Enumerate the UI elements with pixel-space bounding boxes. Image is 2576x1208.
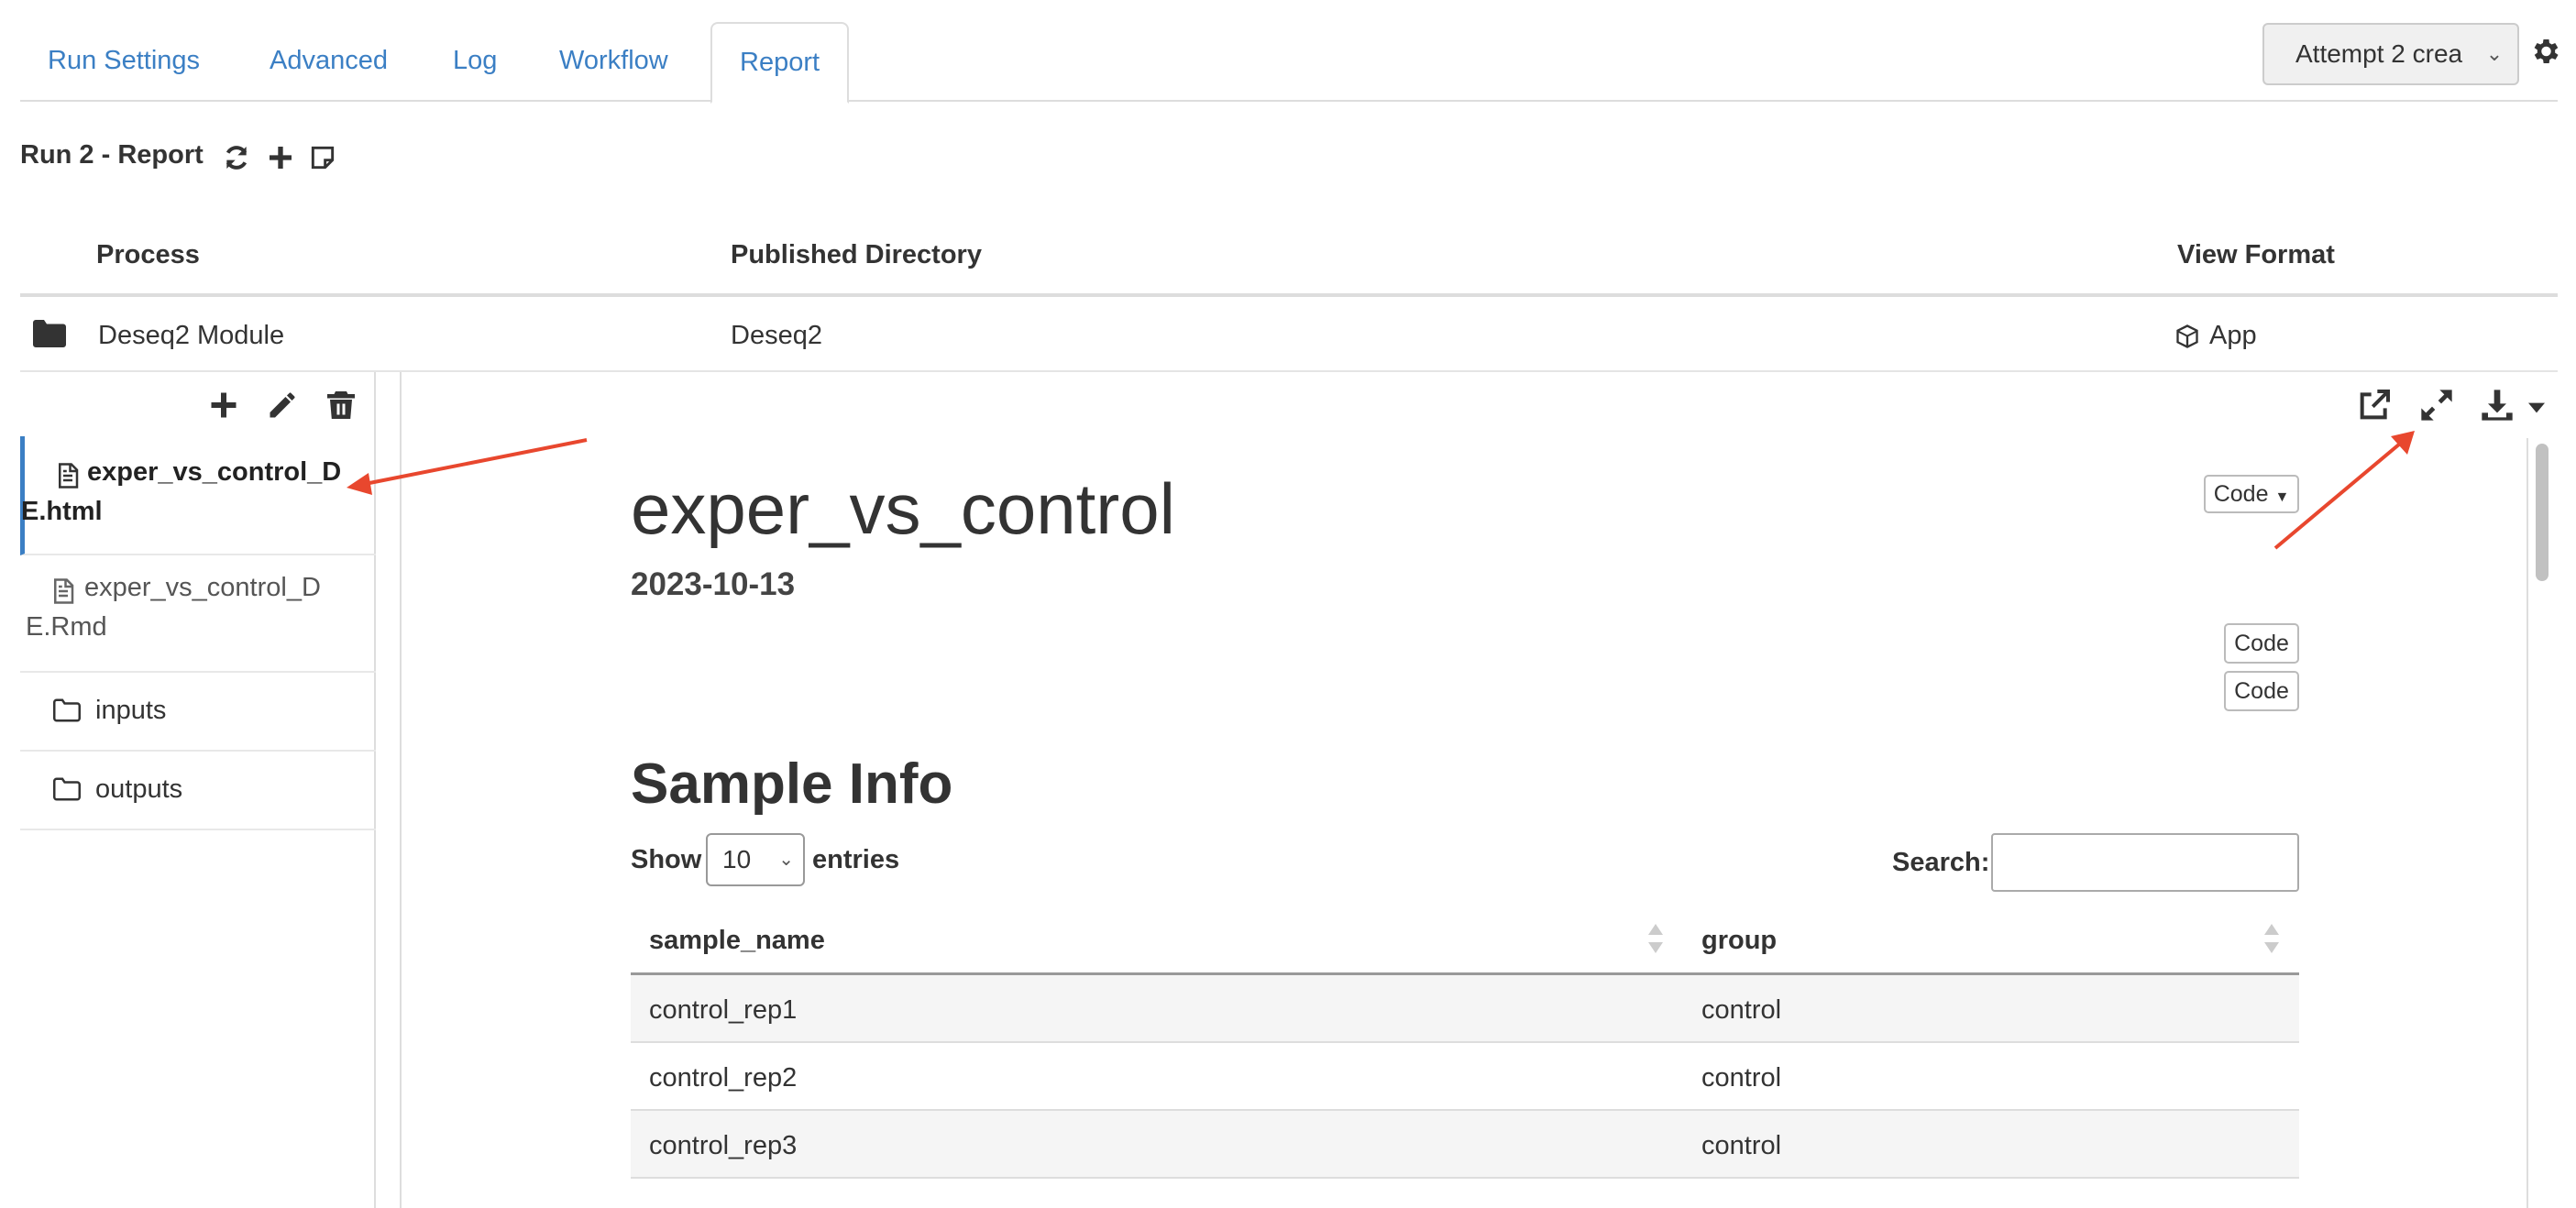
edit-icon[interactable] <box>266 389 299 422</box>
table-row[interactable]: control_rep1 control <box>631 975 2299 1043</box>
sample-name-cell: control_rep2 <box>649 1063 798 1093</box>
code-toggle-button[interactable]: Code <box>2224 671 2299 711</box>
folder-item-outputs[interactable]: outputs <box>20 752 376 830</box>
tab-log[interactable]: Log <box>425 22 524 104</box>
tab-bar: Run Settings Advanced Log Workflow Repor… <box>20 0 2558 104</box>
sort-icon[interactable] <box>1646 920 1665 957</box>
sample-name-cell: control_rep3 <box>649 1131 798 1160</box>
file-name-line: E.html <box>21 497 103 526</box>
folder-outline-icon <box>53 777 81 801</box>
file-panel: exper_vs_control_D E.html exper_vs_contr… <box>20 372 376 1208</box>
plus-icon[interactable] <box>266 143 295 172</box>
scrollbar-thumb[interactable] <box>2536 444 2548 581</box>
tab-report[interactable]: Report <box>710 22 850 104</box>
group-cell: control <box>1701 1131 1782 1160</box>
column-header-view-format[interactable]: View Format <box>2177 240 2335 270</box>
code-toggle-button[interactable]: Code <box>2224 623 2299 664</box>
panel-resize-handle[interactable] <box>378 372 402 1208</box>
download-options-caret-icon[interactable] <box>2528 401 2545 414</box>
page-length-select[interactable]: 10 ⌄ <box>706 833 805 886</box>
column-header-process[interactable]: Process <box>96 240 200 270</box>
folder-name: outputs <box>95 774 183 804</box>
expand-icon[interactable] <box>2418 387 2455 423</box>
search-input[interactable] <box>1991 833 2299 892</box>
file-name-line: exper_vs_control_D <box>84 573 321 602</box>
entries-label: entries <box>812 845 900 874</box>
page-length-value: 10 <box>722 845 752 873</box>
chevron-down-icon: ⌄ <box>778 850 794 870</box>
sample-name-cell: control_rep1 <box>649 995 798 1025</box>
column-header-published-directory[interactable]: Published Directory <box>731 240 982 270</box>
folder-item-inputs[interactable]: inputs <box>20 673 376 752</box>
download-icon[interactable] <box>2479 387 2515 423</box>
folder-outline-icon <box>53 698 81 722</box>
file-item-rmd[interactable]: exper_vs_control_D E.Rmd <box>20 555 376 673</box>
folder-name: inputs <box>95 696 167 725</box>
viewer-divider <box>2526 438 2528 1208</box>
note-icon[interactable] <box>308 143 337 172</box>
folder-icon <box>33 320 66 347</box>
tab-run-settings[interactable]: Run Settings <box>20 22 227 104</box>
column-header-sample-name[interactable]: sample_name <box>649 926 825 956</box>
code-dropdown-button[interactable]: Code ▼ <box>2204 475 2299 513</box>
trash-icon[interactable] <box>325 389 358 422</box>
attempt-select[interactable]: Attempt 2 crea ⌄ <box>2262 23 2519 85</box>
file-name-line: E.Rmd <box>26 612 107 642</box>
table-header: sample_name group <box>631 907 2299 975</box>
table-row[interactable]: control_rep3 control <box>631 1111 2299 1179</box>
group-cell: control <box>1701 995 1782 1025</box>
document-date: 2023-10-13 <box>631 566 796 602</box>
cube-icon <box>2176 324 2198 348</box>
tab-workflow[interactable]: Workflow <box>532 22 696 104</box>
search-label: Search: <box>1892 848 1990 877</box>
group-cell: control <box>1701 1063 1782 1093</box>
table-header-divider <box>20 293 2558 297</box>
gear-icon[interactable] <box>2528 35 2561 68</box>
page-title: Run 2 - Report <box>20 140 204 170</box>
sort-icon[interactable] <box>2262 920 2281 957</box>
code-dropdown-label: Code <box>2213 481 2269 507</box>
show-label: Show <box>631 845 702 874</box>
file-item-html[interactable]: exper_vs_control_D E.html <box>20 436 376 555</box>
column-header-group[interactable]: group <box>1701 926 1777 956</box>
published-directory: Deseq2 <box>731 321 822 350</box>
process-name: Deseq2 Module <box>98 321 285 350</box>
chevron-down-icon: ⌄ <box>2479 25 2510 83</box>
add-file-icon[interactable] <box>207 389 240 422</box>
external-link-icon[interactable] <box>2356 387 2393 423</box>
file-name: exper_vs_control_D E.html <box>21 453 342 532</box>
document-title: exper_vs_control <box>631 468 1175 549</box>
file-name: exper_vs_control_D E.Rmd <box>26 568 321 647</box>
refresh-icon[interactable] <box>222 143 251 172</box>
section-title: Sample Info <box>631 752 953 816</box>
attempt-select-value: Attempt 2 crea <box>2295 39 2463 68</box>
table-row[interactable]: control_rep2 control <box>631 1043 2299 1111</box>
file-name-line: exper_vs_control_D <box>87 457 342 487</box>
tab-advanced[interactable]: Advanced <box>242 22 415 104</box>
view-format: App <box>2209 321 2257 350</box>
caret-down-icon: ▼ <box>2274 489 2290 505</box>
